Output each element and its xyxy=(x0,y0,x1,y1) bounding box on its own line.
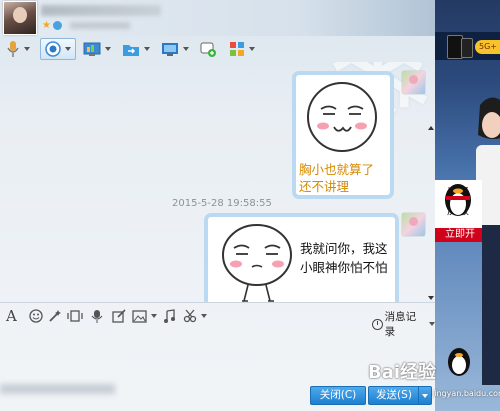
send-button[interactable]: 发送(S) xyxy=(368,386,420,405)
sender-avatar[interactable] xyxy=(402,71,425,94)
phone-image xyxy=(461,38,473,58)
ad-badge: 5G+ xyxy=(475,40,500,54)
sender-avatar[interactable] xyxy=(402,213,425,236)
message-bubble: 胸小也就算了 还不讲理 xyxy=(292,71,394,199)
watermark: Bai经验 xyxy=(368,362,437,383)
title-bar: ★ xyxy=(0,0,500,36)
chat-window: ★ 胸小也就算了 还不讲理 2015-5-28 19:58:55 我就问你，我这… xyxy=(0,0,500,411)
voice-call-button[interactable] xyxy=(6,39,30,59)
scroll-up-arrow[interactable] xyxy=(428,126,434,130)
file-transfer-icon xyxy=(123,44,139,56)
voice-message-button[interactable] xyxy=(91,308,103,324)
qzone-icon[interactable] xyxy=(53,21,62,30)
blurred-text xyxy=(0,384,115,394)
screenshot-button[interactable] xyxy=(183,308,207,324)
remote-desktop-icon xyxy=(162,42,178,56)
screen-share-button[interactable] xyxy=(83,39,111,59)
chevron-down-icon xyxy=(105,47,111,51)
feature-toolbar xyxy=(0,36,435,62)
magic-button[interactable] xyxy=(48,308,62,324)
webcam-icon xyxy=(45,41,61,57)
chevron-down-icon xyxy=(24,47,30,51)
ad-cta-button[interactable]: 立即开 xyxy=(435,228,482,242)
contact-avatar[interactable] xyxy=(3,1,37,35)
caption-line: 还不讲理 xyxy=(299,179,350,194)
shake-button[interactable] xyxy=(67,308,83,324)
contact-signature-blurred xyxy=(70,22,130,29)
close-button[interactable]: 关闭(C) xyxy=(310,386,366,405)
font-icon[interactable]: A xyxy=(6,307,17,325)
meme-face-smug-sticker xyxy=(307,82,377,152)
magic-icon xyxy=(49,310,61,322)
apps-button[interactable] xyxy=(229,39,255,59)
message-caption: 胸小也就算了 还不讲理 xyxy=(299,161,389,195)
microphone-icon xyxy=(7,41,19,57)
voice-icon xyxy=(91,310,103,323)
character-illustration xyxy=(476,97,500,385)
add-app-button[interactable] xyxy=(200,39,216,59)
send-options-dropdown[interactable] xyxy=(418,386,432,405)
music-icon xyxy=(164,309,175,323)
shake-icon xyxy=(67,310,83,322)
remote-desktop-button[interactable] xyxy=(161,39,189,59)
image-icon xyxy=(132,309,147,323)
input-toolbar: A 消息记录 xyxy=(0,302,435,338)
scissors-icon xyxy=(183,309,197,323)
star-icon: ★ xyxy=(42,20,51,31)
music-button[interactable] xyxy=(163,308,175,324)
ad-panel[interactable]: 5G+ 开通 屏蔽 立即开 xyxy=(435,0,500,411)
meme-face-sad-sticker xyxy=(222,224,292,302)
apps-grid-icon xyxy=(230,42,244,56)
video-call-button[interactable] xyxy=(40,38,76,60)
chevron-down-icon xyxy=(201,314,207,318)
emoji-button[interactable] xyxy=(29,308,43,324)
caption-line: 我就问你，我这 xyxy=(300,241,388,256)
message-timestamp: 2015-5-28 19:58:55 xyxy=(172,198,272,209)
message-history: ❄ 胸小也就算了 还不讲理 2015-5-28 19:58:55 xyxy=(0,62,435,302)
watermark-url: jingyan.baidu.com xyxy=(432,389,500,398)
edit-button[interactable] xyxy=(112,308,126,324)
message-bubble: 我就问你，我这 小眼神你怕不怕 xyxy=(204,213,399,302)
chevron-down-icon xyxy=(144,47,150,51)
edit-icon xyxy=(112,309,126,323)
caption-line: 小眼神你怕不怕 xyxy=(300,260,388,275)
add-app-icon xyxy=(200,42,216,57)
caption-line: 胸小也就算了 xyxy=(299,162,375,177)
contact-name-blurred xyxy=(41,5,161,16)
penguin-mascot-icon xyxy=(448,348,470,376)
message-caption: 我就问你，我这 小眼神你怕不怕 xyxy=(300,239,392,277)
image-button[interactable] xyxy=(132,308,157,324)
file-transfer-button[interactable] xyxy=(122,39,150,59)
screen-share-icon xyxy=(83,42,101,56)
emoji-icon xyxy=(29,309,43,323)
scroll-down-arrow[interactable] xyxy=(428,296,434,300)
chevron-down-icon xyxy=(151,314,157,318)
chevron-down-icon xyxy=(183,47,189,51)
penguin-mascot-icon xyxy=(445,184,471,216)
chevron-down-icon xyxy=(65,47,71,51)
chevron-down-icon xyxy=(249,47,255,51)
